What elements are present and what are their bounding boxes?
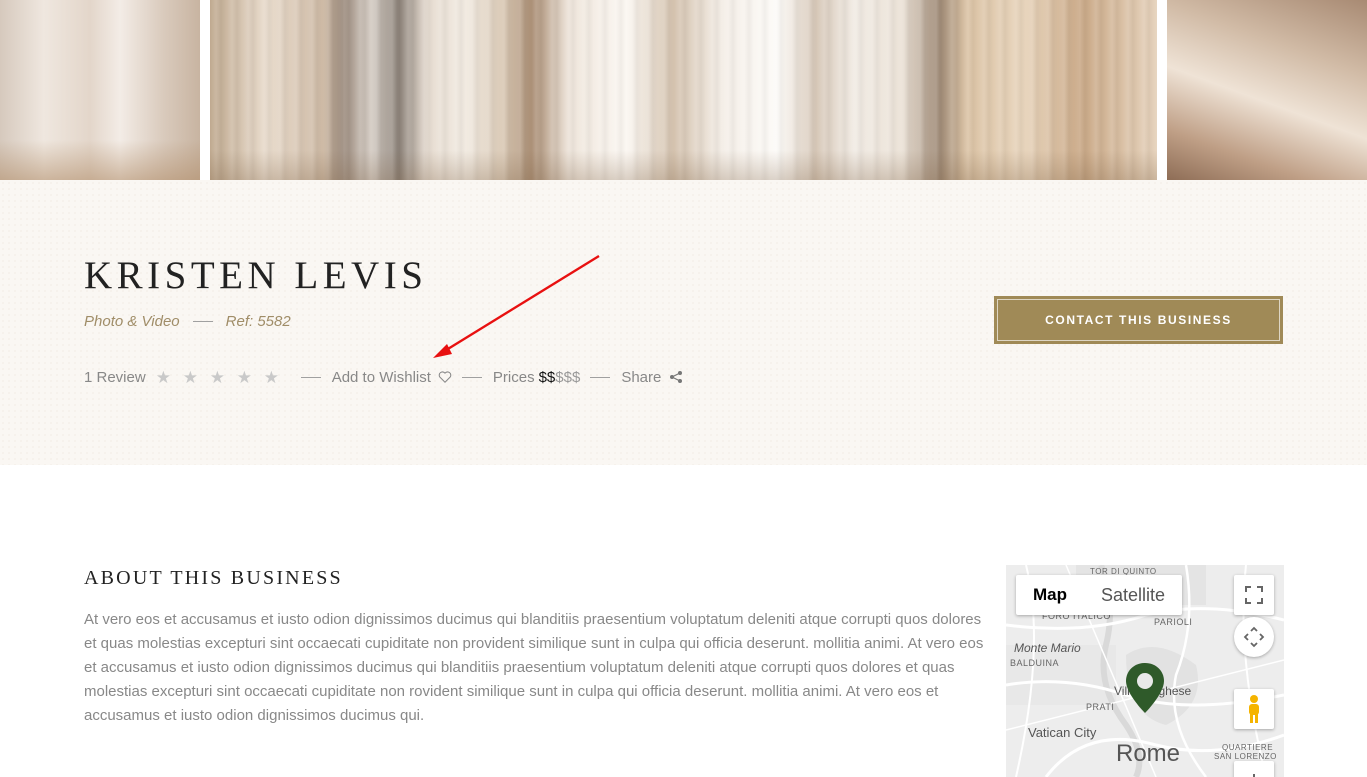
- map-label-monte-mario: Monte Mario: [1014, 641, 1081, 655]
- star-icon[interactable]: ★: [156, 369, 183, 386]
- gallery-photo-dresses-main[interactable]: [210, 0, 1157, 180]
- compass-icon: [1243, 626, 1265, 648]
- about-title: ABOUT THIS BUSINESS: [84, 567, 343, 589]
- map-type-switcher: Map Satellite: [1016, 575, 1183, 615]
- business-ref: Ref: 5582: [225, 313, 291, 330]
- add-to-wishlist-link[interactable]: Add to Wishlist: [332, 369, 452, 386]
- map-type-map-button[interactable]: Map: [1016, 575, 1084, 615]
- business-meta: Photo & Video Ref: 5582: [84, 313, 291, 330]
- price-level-inactive: $$$: [555, 368, 581, 386]
- share-icon: [670, 371, 683, 383]
- star-icon[interactable]: ★: [237, 369, 264, 386]
- photo-gallery: [0, 0, 1367, 180]
- fullscreen-button[interactable]: [1234, 575, 1274, 615]
- star-icon[interactable]: ★: [210, 369, 237, 386]
- star-icon[interactable]: ★: [183, 369, 210, 386]
- pegman-icon: [1249, 695, 1259, 723]
- share-label: Share: [621, 368, 662, 386]
- wishlist-label: Add to Wishlist: [331, 368, 431, 386]
- map-label-balduina: BALDUINA: [1010, 658, 1060, 668]
- heart-icon: [438, 371, 452, 383]
- business-name: KRISTEN LEVIS: [84, 254, 428, 297]
- divider: [461, 376, 482, 378]
- fullscreen-icon: [1245, 586, 1263, 604]
- map-pan-control[interactable]: [1234, 617, 1274, 657]
- map-label-parioli: PARIOLI: [1154, 617, 1193, 627]
- divider: [300, 376, 321, 378]
- map-label-vatican-city: Vatican City: [1028, 725, 1097, 740]
- map-label-prati: PRATI: [1086, 702, 1115, 712]
- rating-stars: ★ ★ ★ ★ ★: [156, 369, 291, 386]
- map-marker-icon[interactable]: [1124, 661, 1166, 715]
- price-range: Prices $$$$$: [493, 369, 580, 386]
- map-label-quartiere: QUARTIERE: [1222, 743, 1274, 752]
- business-actions: 1 Review ★ ★ ★ ★ ★ Add to Wishlist Prices $$$…: [84, 367, 683, 387]
- divider: [590, 376, 611, 378]
- prices-label: Prices: [492, 368, 535, 386]
- share-link[interactable]: Share: [621, 369, 683, 386]
- about-text: At vero eos et accusamus et iusto odion …: [84, 611, 984, 724]
- location-map[interactable]: TOR DI QUINTO FORO ITALICO PARIOLI Monte…: [1006, 565, 1284, 777]
- street-view-pegman[interactable]: [1234, 689, 1274, 729]
- divider: [192, 321, 213, 322]
- contact-business-button[interactable]: CONTACT THIS BUSINESS: [994, 296, 1283, 344]
- price-level-active: $$: [538, 368, 556, 386]
- contact-button-label: CONTACT THIS BUSINESS: [997, 299, 1280, 341]
- star-icon[interactable]: ★: [264, 369, 291, 386]
- map-type-satellite-button[interactable]: Satellite: [1084, 575, 1182, 615]
- business-category[interactable]: Photo & Video: [84, 313, 180, 330]
- business-header: KRISTEN LEVIS Photo & Video Ref: 5582 1 …: [0, 180, 1367, 465]
- gallery-photo-dresses-right[interactable]: [1167, 0, 1367, 180]
- review-count[interactable]: 1 Review: [84, 369, 146, 386]
- map-label-rome: Rome: [1116, 740, 1181, 767]
- gallery-photo-dresses-left[interactable]: [0, 0, 200, 180]
- map-label-san-lorenzo: SAN LORENZO: [1214, 752, 1277, 761]
- zoom-in-button[interactable]: [1234, 761, 1274, 777]
- plus-icon: [1253, 774, 1255, 777]
